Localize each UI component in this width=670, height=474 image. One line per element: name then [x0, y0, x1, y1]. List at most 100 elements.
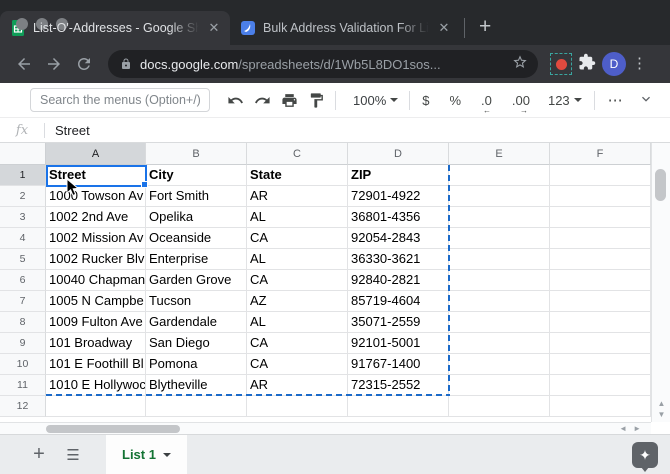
column-header-E[interactable]: E — [449, 143, 550, 165]
column-header-C[interactable]: C — [247, 143, 348, 165]
vertical-scroll-buttons[interactable]: ▲▼ — [652, 398, 670, 420]
new-tab-button[interactable]: + — [471, 15, 499, 39]
cell-D6[interactable]: 92840-2821 — [348, 270, 449, 291]
grid-corner[interactable] — [0, 143, 46, 165]
cell-B10[interactable]: Pomona — [146, 354, 247, 375]
cell-F2[interactable] — [550, 186, 651, 207]
cell-A6[interactable]: 10040 Chapman — [46, 270, 146, 291]
cell-A4[interactable]: 1002 Mission Av — [46, 228, 146, 249]
print-icon[interactable] — [276, 87, 303, 113]
vertical-scrollbar-thumb[interactable] — [655, 169, 666, 201]
cell-E3[interactable] — [449, 207, 550, 228]
tab-google-sheets[interactable]: List-O'-Addresses - Google Sh ✕ — [0, 11, 230, 45]
cell-D1[interactable]: ZIP — [348, 165, 449, 186]
column-header-A[interactable]: A — [46, 143, 146, 165]
vertical-scrollbar[interactable]: ▲▼ — [651, 143, 670, 422]
row-header-11[interactable]: 11 — [0, 375, 46, 396]
cell-A9[interactable]: 101 Broadway — [46, 333, 146, 354]
cell-A1[interactable]: Street — [46, 165, 146, 186]
zoom-select[interactable]: 100% — [353, 93, 398, 108]
more-toolbar-options-button[interactable]: ⋯ — [600, 91, 632, 109]
cell-D12[interactable] — [348, 396, 449, 417]
cell-C8[interactable]: AL — [247, 312, 348, 333]
cell-C5[interactable]: AL — [247, 249, 348, 270]
cell-A7[interactable]: 1005 N Campbe — [46, 291, 146, 312]
cell-F8[interactable] — [550, 312, 651, 333]
cell-C6[interactable]: CA — [247, 270, 348, 291]
cell-A5[interactable]: 1002 Rucker Blv — [46, 249, 146, 270]
back-icon[interactable] — [12, 52, 36, 76]
cell-F6[interactable] — [550, 270, 651, 291]
cell-B8[interactable]: Gardendale — [146, 312, 247, 333]
sheet-tab-list1[interactable]: List 1 — [106, 435, 187, 474]
row-header-8[interactable]: 8 — [0, 312, 46, 333]
cell-A12[interactable] — [46, 396, 146, 417]
cell-F1[interactable] — [550, 165, 651, 186]
cell-E11[interactable] — [449, 375, 550, 396]
cell-C9[interactable]: CA — [247, 333, 348, 354]
sheet-menu-caret-icon[interactable] — [163, 453, 171, 457]
cell-D4[interactable]: 92054-2843 — [348, 228, 449, 249]
cell-B9[interactable]: San Diego — [146, 333, 247, 354]
browser-menu-icon[interactable]: ⋮ — [632, 61, 646, 67]
row-header-9[interactable]: 9 — [0, 333, 46, 354]
paint-format-icon[interactable] — [303, 87, 330, 113]
cell-F5[interactable] — [550, 249, 651, 270]
horizontal-scrollbar[interactable]: ◄► — [0, 422, 651, 434]
close-window-button[interactable] — [16, 18, 28, 30]
url-input[interactable]: docs.google.com/spreadsheets/d/1Wb5L8DO1… — [108, 50, 538, 78]
cell-D9[interactable]: 92101-5001 — [348, 333, 449, 354]
cell-C10[interactable]: CA — [247, 354, 348, 375]
cell-F9[interactable] — [550, 333, 651, 354]
spreadsheet-grid[interactable]: ABCDEF1StreetCityStateZIP21000 Towson Av… — [0, 143, 651, 422]
cell-B12[interactable] — [146, 396, 247, 417]
all-sheets-icon[interactable]: ☰ — [56, 446, 90, 464]
row-header-7[interactable]: 7 — [0, 291, 46, 312]
cell-D10[interactable]: 91767-1400 — [348, 354, 449, 375]
cell-D5[interactable]: 36330-3621 — [348, 249, 449, 270]
add-sheet-button[interactable]: + — [22, 443, 56, 466]
cell-A3[interactable]: 1002 2nd Ave — [46, 207, 146, 228]
cell-A11[interactable]: 1010 E Hollywoc — [46, 375, 146, 396]
redo-icon[interactable] — [249, 87, 276, 113]
cell-A2[interactable]: 1000 Towson Av — [46, 186, 146, 207]
cell-B7[interactable]: Tucson — [146, 291, 247, 312]
cell-B5[interactable]: Enterprise — [146, 249, 247, 270]
cell-C7[interactable]: AZ — [247, 291, 348, 312]
row-header-3[interactable]: 3 — [0, 207, 46, 228]
cell-F4[interactable] — [550, 228, 651, 249]
cell-B6[interactable]: Garden Grove — [146, 270, 247, 291]
row-header-12[interactable]: 12 — [0, 396, 46, 417]
format-percent-button[interactable]: % — [442, 93, 468, 108]
cell-E6[interactable] — [449, 270, 550, 291]
row-header-10[interactable]: 10 — [0, 354, 46, 375]
cell-E1[interactable] — [449, 165, 550, 186]
cell-D2[interactable]: 72901-4922 — [348, 186, 449, 207]
cell-B3[interactable]: Opelika — [146, 207, 247, 228]
cell-C3[interactable]: AL — [247, 207, 348, 228]
cell-B11[interactable]: Blytheville — [146, 375, 247, 396]
row-header-6[interactable]: 6 — [0, 270, 46, 291]
number-format-button[interactable]: 123 — [541, 93, 589, 108]
cell-E9[interactable] — [449, 333, 550, 354]
cell-E12[interactable] — [449, 396, 550, 417]
reload-icon[interactable] — [72, 52, 96, 76]
undo-icon[interactable] — [222, 87, 249, 113]
cell-E4[interactable] — [449, 228, 550, 249]
horizontal-scrollbar-thumb[interactable] — [46, 425, 180, 433]
row-header-5[interactable]: 5 — [0, 249, 46, 270]
decrease-decimal-button[interactable]: .0← — [474, 93, 499, 108]
cell-E7[interactable] — [449, 291, 550, 312]
format-currency-button[interactable]: $ — [415, 93, 436, 108]
explore-button[interactable]: ✦ — [632, 442, 658, 468]
cell-E2[interactable] — [449, 186, 550, 207]
cell-D3[interactable]: 36801-4356 — [348, 207, 449, 228]
column-header-D[interactable]: D — [348, 143, 449, 165]
cell-A10[interactable]: 101 E Foothill Bl — [46, 354, 146, 375]
cell-D11[interactable]: 72315-2552 — [348, 375, 449, 396]
cell-C1[interactable]: State — [247, 165, 348, 186]
search-menus-input[interactable]: Search the menus (Option+/) — [30, 88, 210, 112]
cell-E5[interactable] — [449, 249, 550, 270]
tab-close-icon[interactable]: ✕ — [436, 20, 452, 36]
column-header-B[interactable]: B — [146, 143, 247, 165]
